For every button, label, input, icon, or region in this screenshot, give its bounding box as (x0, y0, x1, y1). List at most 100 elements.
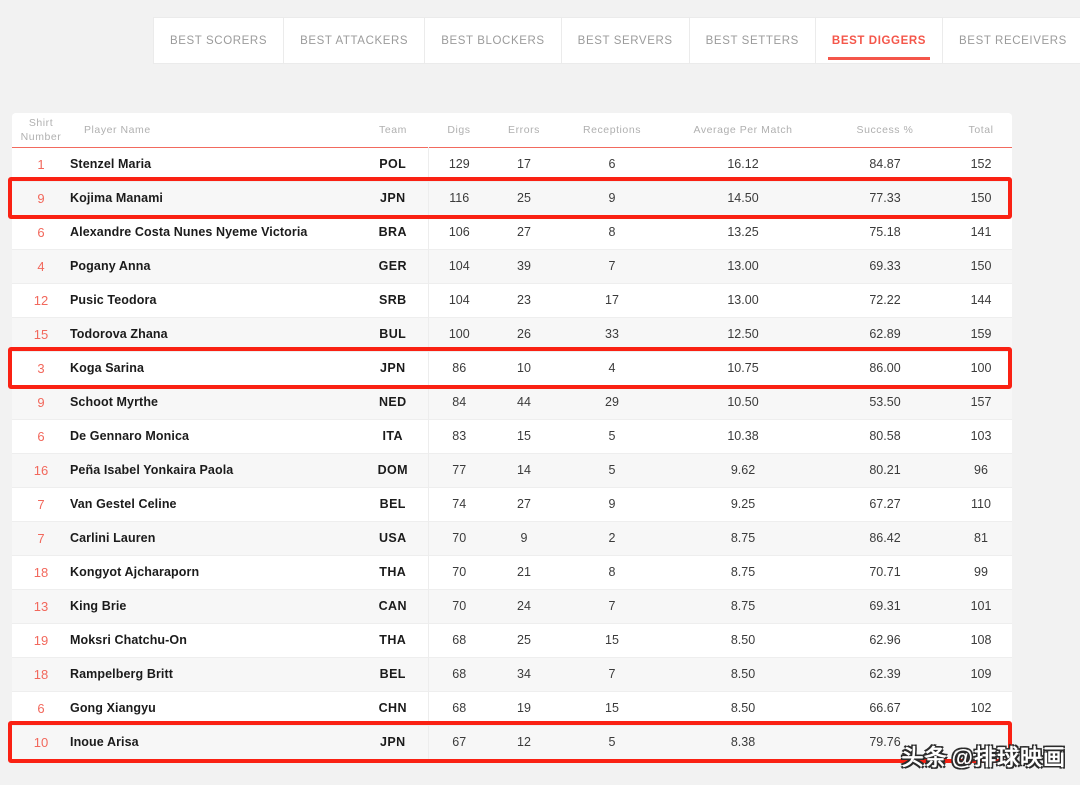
table-row[interactable]: 9 Kojima Manami JPN 116 25 9 14.50 77.33 150 (12, 181, 1012, 215)
cell-shirt-number: 3 (37, 360, 45, 376)
cell-team: JPN (358, 725, 429, 759)
table-row[interactable]: 7 Carlini Lauren USA 70 9 2 8.75 86.42 81 (12, 521, 1012, 555)
column-header-success-pct[interactable]: Success % (820, 113, 950, 147)
table-row[interactable]: 16 Peña Isabel Yonkaira Paola DOM 77 14 5 9.62… (12, 453, 1012, 487)
cell-shirt-number: 10 (33, 734, 49, 750)
cell-success-pct: 80.21 (869, 463, 901, 477)
column-header-player-name[interactable]: Player Name (70, 113, 358, 147)
cell-player-name: Gong Xiangyu (70, 701, 156, 715)
cell-receptions: 8 (608, 225, 616, 239)
tab-best-blockers[interactable]: BEST BLOCKERS (425, 17, 562, 64)
cell-digs: 83 (452, 429, 467, 443)
column-header-total[interactable]: Total (950, 113, 1012, 147)
cell-average-per-match: 10.75 (727, 361, 759, 375)
column-header-shirt-number[interactable]: Shirt Number (12, 113, 70, 147)
cell-player-name: King Brie (70, 599, 127, 613)
cell-total: 99 (974, 565, 988, 579)
table-row[interactable]: 6 Alexandre Costa Nunes Nyeme Victoria BRA… (12, 215, 1012, 249)
cell-receptions: 5 (608, 429, 616, 443)
column-header-errors[interactable]: Errors (490, 113, 558, 147)
cell-digs: 77 (452, 463, 467, 477)
cell-total: 102 (970, 701, 992, 715)
table-row[interactable]: 7 Van Gestel Celine BEL 74 27 9 9.25 67.27 110 (12, 487, 1012, 521)
table-row[interactable]: 13 King Brie CAN 70 24 7 8.75 69.31 101 (12, 589, 1012, 623)
cell-average-per-match: 13.25 (727, 225, 759, 239)
table-row[interactable]: 4 Pogany Anna GER 104 39 7 13.00 69.33 150 (12, 249, 1012, 283)
tab-best-scorers[interactable]: BEST SCORERS (153, 17, 285, 64)
cell-shirt-number: 6 (37, 224, 45, 240)
cell-shirt-number: 7 (37, 530, 45, 546)
best-diggers-table: Shirt Number Player Name Team Digs Error… (12, 113, 1012, 760)
cell-average-per-match: 16.12 (727, 157, 759, 171)
cell-team: NED (358, 385, 429, 419)
cell-digs: 106 (448, 225, 470, 239)
tab-best-setters[interactable]: BEST SETTERS (689, 17, 816, 64)
cell-total: 144 (970, 293, 992, 307)
cell-team: THA (358, 623, 429, 657)
cell-team: JPN (358, 181, 429, 215)
cell-success-pct: 62.89 (869, 327, 901, 341)
cell-total: 152 (970, 157, 992, 171)
cell-errors: 9 (520, 531, 528, 545)
column-header-average-per-match[interactable]: Average Per Match (666, 113, 820, 147)
cell-success-pct: 75.18 (869, 225, 901, 239)
cell-total (950, 725, 1012, 759)
cell-errors: 26 (517, 327, 531, 341)
tab-best-attackers[interactable]: BEST ATTACKERS (284, 17, 426, 64)
column-header-team[interactable]: Team (358, 113, 428, 147)
cell-team: GER (358, 249, 429, 283)
tab-best-receivers[interactable]: BEST RECEIVERS (943, 17, 1080, 64)
cell-digs: 68 (452, 667, 467, 681)
tab-best-servers[interactable]: BEST SERVERS (561, 17, 690, 64)
table-body: 1 Stenzel Maria POL 129 17 6 16.12 84.87 152 9 Koj… (12, 147, 1012, 759)
cell-errors: 10 (517, 361, 531, 375)
cell-errors: 34 (517, 667, 531, 681)
cell-shirt-number: 19 (33, 632, 49, 648)
cell-errors: 17 (517, 157, 531, 171)
cell-player-name: Pusic Teodora (70, 293, 157, 307)
cell-shirt-number: 1 (37, 156, 45, 172)
table-row[interactable]: 18 Kongyot Ajcharaporn THA 70 21 8 8.75 70.71 99 (12, 555, 1012, 589)
cell-errors: 27 (517, 225, 531, 239)
table-row[interactable]: 9 Schoot Myrthe NED 84 44 29 10.50 53.50 157 (12, 385, 1012, 419)
cell-digs: 68 (452, 701, 467, 715)
cell-digs: 86 (452, 361, 467, 375)
cell-total: 110 (971, 497, 991, 511)
column-header-receptions[interactable]: Receptions (558, 113, 666, 147)
cell-digs: 104 (448, 293, 470, 307)
table-row[interactable]: 12 Pusic Teodora SRB 104 23 17 13.00 72.22 144 (12, 283, 1012, 317)
table-row[interactable]: 19 Moksri Chatchu-On THA 68 25 15 8.50 62.96 108 (12, 623, 1012, 657)
cell-receptions: 33 (605, 327, 619, 341)
table-row[interactable]: 6 Gong Xiangyu CHN 68 19 15 8.50 66.67 102 (12, 691, 1012, 725)
cell-total: 109 (970, 667, 992, 681)
cell-player-name: Alexandre Costa Nunes Nyeme Victoria (70, 225, 308, 239)
cell-shirt-number: 13 (33, 598, 49, 614)
cell-player-name: Moksri Chatchu-On (70, 633, 187, 647)
cell-success-pct: 67.27 (869, 497, 901, 511)
table-row[interactable]: 15 Todorova Zhana BUL 100 26 33 12.50 62.89 159 (12, 317, 1012, 351)
table-row[interactable]: 18 Rampelberg Britt BEL 68 34 7 8.50 62.39 109 (12, 657, 1012, 691)
cell-shirt-number: 18 (33, 666, 49, 682)
cell-team: CAN (358, 589, 429, 623)
cell-success-pct: 62.39 (869, 667, 901, 681)
cell-errors: 21 (517, 565, 531, 579)
cell-errors: 25 (517, 633, 531, 647)
cell-success-pct: 84.87 (869, 157, 901, 171)
table-row[interactable]: 10 Inoue Arisa JPN 67 12 5 8.38 79.76 (12, 725, 1012, 759)
leaderboard-card: Shirt Number Player Name Team Digs Error… (12, 113, 1012, 760)
cell-digs: 67 (452, 735, 467, 749)
tab-best-diggers[interactable]: BEST DIGGERS (815, 17, 944, 64)
cell-shirt-number: 4 (37, 258, 45, 274)
table-row[interactable]: 3 Koga Sarina JPN 86 10 4 10.75 86.00 100 (12, 351, 1012, 385)
cell-shirt-number: 12 (33, 292, 49, 308)
cell-average-per-match: 8.50 (730, 667, 756, 681)
column-header-digs[interactable]: Digs (428, 113, 490, 147)
cell-errors: 44 (517, 395, 531, 409)
table-row[interactable]: 1 Stenzel Maria POL 129 17 6 16.12 84.87 152 (12, 147, 1012, 181)
cell-digs: 116 (449, 191, 470, 205)
cell-total: 150 (970, 191, 992, 205)
cell-receptions: 5 (608, 463, 616, 477)
table-row[interactable]: 6 De Gennaro Monica ITA 83 15 5 10.38 80.58 103 (12, 419, 1012, 453)
active-tab-underline (827, 57, 931, 60)
cell-total: 108 (970, 633, 992, 647)
